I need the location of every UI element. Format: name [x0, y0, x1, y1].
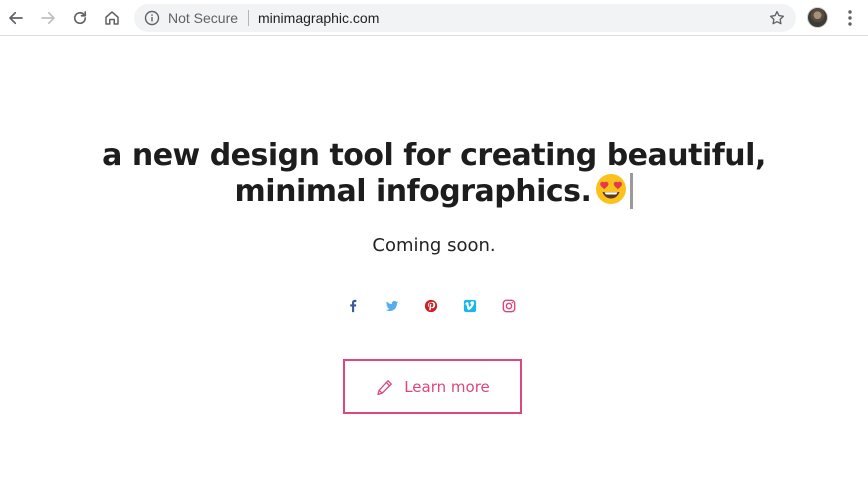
reload-button[interactable]: [68, 6, 92, 30]
learn-more-label: Learn more: [404, 377, 490, 396]
vimeo-icon: [463, 299, 477, 313]
home-button[interactable]: [100, 6, 124, 30]
url-text[interactable]: minimagraphic.com: [258, 10, 379, 26]
twitter-icon: [385, 301, 399, 311]
back-button[interactable]: [4, 6, 28, 30]
facebook-link[interactable]: [345, 298, 361, 314]
info-icon[interactable]: [144, 10, 160, 26]
facebook-icon: [350, 299, 357, 313]
text-caret: [630, 173, 634, 209]
vimeo-link[interactable]: [462, 298, 478, 314]
browser-toolbar: Not Secure minimagraphic.com: [0, 0, 868, 36]
address-bar-divider: [248, 10, 249, 26]
page-headline: a new design tool for creating beautiful…: [0, 138, 868, 209]
pinterest-icon: [424, 299, 438, 313]
headline-line-1: a new design tool for creating beautiful…: [102, 138, 766, 173]
arrow-left-icon: [9, 11, 23, 25]
forward-button[interactable]: [36, 6, 60, 30]
arrow-right-icon: [41, 11, 55, 25]
learn-more-button[interactable]: Learn more: [343, 359, 522, 414]
profile-avatar[interactable]: [807, 7, 828, 28]
home-icon: [105, 11, 119, 25]
coming-soon-text: Coming soon.: [372, 235, 496, 256]
twitter-link[interactable]: [384, 298, 400, 314]
star-icon[interactable]: [768, 9, 786, 27]
kebab-menu-icon[interactable]: [840, 8, 860, 28]
pinterest-link[interactable]: [423, 298, 439, 314]
instagram-icon: [502, 299, 516, 313]
heart-eyes-emoji-icon: [596, 174, 627, 204]
address-bar[interactable]: Not Secure minimagraphic.com: [134, 4, 796, 32]
security-status-label[interactable]: Not Secure: [168, 10, 238, 26]
pencil-icon: [377, 379, 393, 395]
headline-line-2: minimal infographics.: [234, 174, 592, 209]
reload-icon: [73, 11, 87, 25]
instagram-link[interactable]: [501, 298, 517, 314]
